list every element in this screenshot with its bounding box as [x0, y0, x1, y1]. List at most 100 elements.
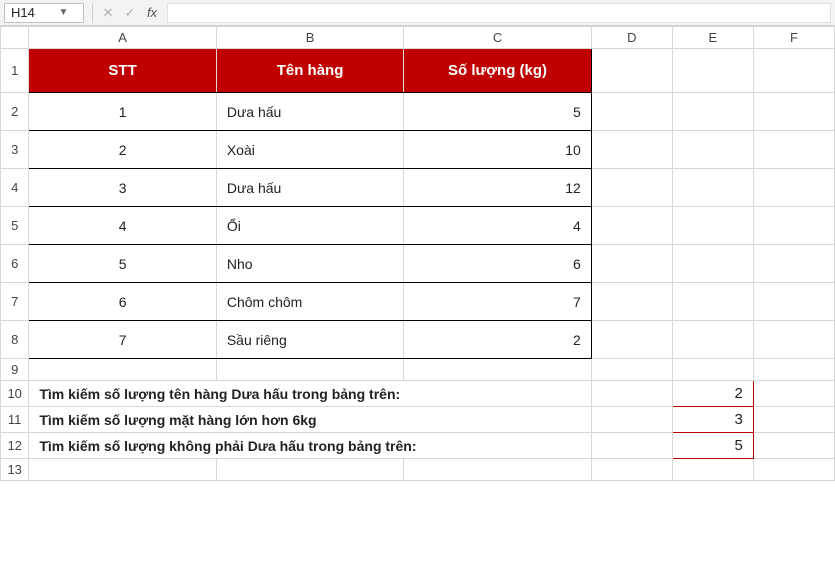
cell[interactable] — [591, 283, 672, 321]
cell-stt[interactable]: 4 — [29, 218, 215, 234]
row-header[interactable]: 13 — [1, 459, 29, 481]
cell-name[interactable]: Dưa hấu — [223, 104, 403, 120]
cell[interactable] — [753, 433, 834, 459]
cell-stt[interactable]: 7 — [29, 332, 215, 348]
query-text[interactable]: Tìm kiếm số lượng mặt hàng lớn hơn 6kg — [35, 412, 590, 428]
cell[interactable] — [672, 359, 753, 381]
cell[interactable] — [591, 93, 672, 131]
cell[interactable] — [591, 49, 672, 93]
cell[interactable] — [753, 169, 834, 207]
cell[interactable] — [753, 283, 834, 321]
cell[interactable] — [753, 359, 834, 381]
cell-stt[interactable]: 5 — [29, 256, 215, 272]
row-header[interactable]: 9 — [1, 359, 29, 381]
cell[interactable] — [591, 169, 672, 207]
cell[interactable] — [753, 245, 834, 283]
row-header[interactable]: 5 — [1, 207, 29, 245]
cell[interactable] — [404, 459, 591, 481]
cell[interactable] — [753, 49, 834, 93]
cell-qty[interactable]: 12 — [404, 180, 584, 196]
table-row: 4 3 Dưa hấu 12 — [1, 169, 835, 207]
cell[interactable] — [591, 407, 672, 433]
cell[interactable] — [672, 169, 753, 207]
query-result[interactable]: 3 — [673, 411, 747, 428]
cell-qty[interactable]: 5 — [404, 104, 584, 120]
query-result[interactable]: 2 — [673, 385, 747, 402]
cell[interactable] — [672, 207, 753, 245]
cell[interactable] — [753, 93, 834, 131]
cell[interactable] — [591, 131, 672, 169]
cell-stt[interactable]: 1 — [29, 104, 215, 120]
row-header[interactable]: 2 — [1, 93, 29, 131]
cell[interactable] — [672, 245, 753, 283]
cell-name[interactable]: Xoài — [223, 142, 403, 158]
cell[interactable] — [29, 459, 216, 481]
name-box[interactable]: H14 ▼ — [4, 3, 84, 23]
cell[interactable] — [753, 131, 834, 169]
col-header[interactable]: D — [591, 27, 672, 49]
cell[interactable] — [753, 407, 834, 433]
cell-name[interactable]: Sầu riêng — [223, 332, 403, 348]
cell-stt[interactable]: 3 — [29, 180, 215, 196]
row-header[interactable]: 3 — [1, 131, 29, 169]
query-row: 11 Tìm kiếm số lượng mặt hàng lớn hơn 6k… — [1, 407, 835, 433]
col-header[interactable]: E — [672, 27, 753, 49]
cell[interactable] — [672, 49, 753, 93]
col-header[interactable]: B — [216, 27, 403, 49]
row-header[interactable]: 11 — [1, 407, 29, 433]
cell[interactable] — [216, 359, 403, 381]
select-all-corner[interactable] — [1, 27, 29, 49]
formula-input[interactable] — [167, 3, 831, 23]
cell[interactable] — [591, 245, 672, 283]
cell-name[interactable]: Dưa hấu — [223, 180, 403, 196]
col-header[interactable]: F — [753, 27, 834, 49]
cell-qty[interactable]: 2 — [404, 332, 584, 348]
table-row: 3 2 Xoài 10 — [1, 131, 835, 169]
cell[interactable] — [753, 381, 834, 407]
query-row: 12 Tìm kiếm số lượng không phải Dưa hấu … — [1, 433, 835, 459]
cell-qty[interactable]: 10 — [404, 142, 584, 158]
row-header[interactable]: 4 — [1, 169, 29, 207]
cell[interactable] — [591, 321, 672, 359]
cell[interactable] — [672, 93, 753, 131]
cell[interactable] — [591, 359, 672, 381]
row-header[interactable]: 6 — [1, 245, 29, 283]
spreadsheet-grid: A B C D E F 1 STT Tên hàng Số lượng (kg)… — [0, 26, 835, 481]
enter-icon[interactable]: ✓ — [119, 5, 141, 21]
cell[interactable] — [591, 207, 672, 245]
cell-name[interactable]: Chôm chôm — [223, 294, 403, 310]
row-header[interactable]: 10 — [1, 381, 29, 407]
cell[interactable] — [753, 321, 834, 359]
cell[interactable] — [672, 321, 753, 359]
cell[interactable] — [753, 459, 834, 481]
cell[interactable] — [591, 459, 672, 481]
cell[interactable] — [404, 359, 591, 381]
cell[interactable] — [29, 359, 216, 381]
cell[interactable] — [672, 459, 753, 481]
query-text[interactable]: Tìm kiếm số lượng tên hàng Dưa hấu trong… — [35, 386, 590, 402]
row-header[interactable]: 7 — [1, 283, 29, 321]
cell[interactable] — [591, 381, 672, 407]
cell[interactable] — [753, 207, 834, 245]
cell[interactable] — [672, 131, 753, 169]
cancel-icon[interactable]: ✕ — [97, 5, 119, 21]
cell[interactable] — [591, 433, 672, 459]
row-header[interactable]: 1 — [1, 49, 29, 93]
chevron-down-icon[interactable]: ▼ — [44, 7, 83, 18]
cell[interactable] — [672, 283, 753, 321]
col-header[interactable]: A — [29, 27, 216, 49]
cell-qty[interactable]: 4 — [404, 218, 584, 234]
row-header[interactable]: 12 — [1, 433, 29, 459]
query-result[interactable]: 5 — [673, 437, 747, 454]
cell-qty[interactable]: 6 — [404, 256, 584, 272]
cell-name[interactable]: Nho — [223, 256, 403, 272]
query-text[interactable]: Tìm kiếm số lượng không phải Dưa hấu tro… — [35, 438, 590, 454]
fx-icon[interactable]: fx — [141, 5, 163, 20]
cell-stt[interactable]: 2 — [29, 142, 215, 158]
cell-name[interactable]: Ổi — [223, 218, 403, 234]
cell[interactable] — [216, 459, 403, 481]
col-header[interactable]: C — [404, 27, 591, 49]
cell-stt[interactable]: 6 — [29, 294, 215, 310]
row-header[interactable]: 8 — [1, 321, 29, 359]
cell-qty[interactable]: 7 — [404, 294, 584, 310]
